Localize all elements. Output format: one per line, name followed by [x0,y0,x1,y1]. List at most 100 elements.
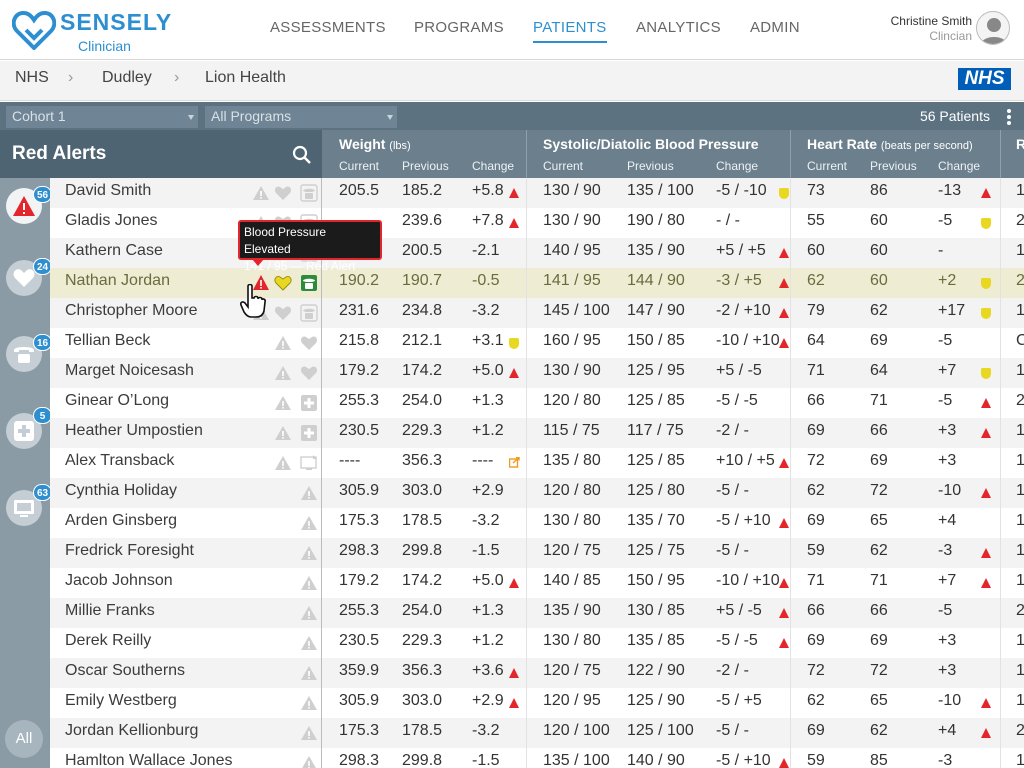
alert-icon[interactable] [274,394,292,412]
alert-icon[interactable] [300,604,318,622]
rail-all-button[interactable]: All [5,720,43,758]
medical-plus-icon[interactable] [300,424,318,442]
nav-analytics[interactable]: ANALYTICS [636,19,721,36]
alert-icon[interactable] [300,634,318,652]
patient-name[interactable]: Christopher Moore [65,302,198,320]
heart-icon[interactable] [300,334,318,352]
heart-icon[interactable] [274,184,292,202]
brand[interactable]: SENSELY Clinician [60,10,172,53]
nav-admin[interactable]: ADMIN [750,19,800,36]
nav-programs[interactable]: PROGRAMS [414,19,504,36]
medical-plus-icon[interactable] [300,394,318,412]
hr-change-header[interactable]: Change [938,159,980,173]
heart-icon[interactable] [300,364,318,382]
hr-current-header[interactable]: Current [807,159,847,173]
hr-previous-header[interactable]: Previous [870,159,917,173]
patient-name[interactable]: Kathern Case [65,242,163,260]
search-icon[interactable] [292,145,312,165]
bp-change-header[interactable]: Change [716,159,758,173]
patient-name[interactable]: Oscar Southerns [65,662,185,680]
table-row[interactable]: Tellian Beck 215.8 212.1 +3.1 160 / 95 150 / … [50,328,1024,358]
breadcrumb-nhs[interactable]: NHS [15,69,49,87]
alert-icon[interactable] [300,484,318,502]
breadcrumb-lion-health[interactable]: Lion Health [205,69,286,87]
user-info[interactable]: Christine Smith Clincian [891,14,972,44]
alert-icon[interactable] [252,184,270,202]
heart-warning-icon[interactable] [274,274,292,292]
patient-name[interactable]: Arden Ginsberg [65,512,177,530]
patient-name[interactable]: Millie Franks [65,602,155,620]
weight-previous-header[interactable]: Previous [402,159,449,173]
cohort-select[interactable]: Cohort 1 [6,106,198,128]
rail-monitor-button[interactable]: 63 [6,484,52,526]
table-row[interactable]: Marget Noicesash 179.2 174.2 +5.0 130 / 90 12… [50,358,1024,388]
table-row[interactable]: Christopher Moore 231.6 234.8 -3.2 145 / 100… [50,298,1024,328]
alert-icon[interactable] [300,514,318,532]
table-row[interactable]: Oscar Southerns 359.9 356.3 +3.6 120 / 75 122… [50,658,1024,688]
rail-phone-button[interactable]: 16 [6,334,52,372]
patient-name[interactable]: Ginear O’Long [65,392,169,410]
table-row[interactable]: Nathan Jordan 190.2 190.7 -0.5 141 / 95 144 /… [50,268,1024,298]
patient-name[interactable]: Marget Noicesash [65,362,194,380]
alert-icon[interactable] [274,454,292,472]
table-row[interactable]: David Smith 205.5 185.2 +5.8 130 / 90 135 / 1… [50,178,1024,208]
patient-name[interactable]: Fredrick Foresight [65,542,194,560]
patient-name[interactable]: Gladis Jones [65,212,158,230]
patient-name[interactable]: Tellian Beck [65,332,150,350]
patient-name[interactable]: Hamlton Wallace Jones [65,752,232,768]
weight-previous: 229.3 [402,422,443,439]
alert-icon[interactable] [300,664,318,682]
avatar[interactable] [976,11,1010,45]
phone-active-icon[interactable] [300,274,318,292]
program-select[interactable]: All Programs [205,106,397,128]
patient-name[interactable]: David Smith [65,182,151,200]
alert-icon[interactable] [300,544,318,562]
nav-patients[interactable]: PATIENTS [533,19,607,43]
rail-heart-button[interactable]: 24 [6,258,52,296]
table-row[interactable]: Jacob Johnson 179.2 174.2 +5.0 140 / 85 150 /… [50,568,1024,598]
patient-name[interactable]: Alex Transback [65,452,174,470]
patient-name[interactable]: Emily Westberg [65,692,177,710]
patient-name[interactable]: Derek Reilly [65,632,151,650]
column-divider [526,658,527,688]
table-row[interactable]: Jordan Kellionburg 175.3 178.5 -3.2 120 / 10… [50,718,1024,748]
patient-name[interactable]: Cynthia Holiday [65,482,177,500]
table-row[interactable]: Millie Franks 255.3 254.0 +1.3 135 / 90 130 /… [50,598,1024,628]
more-options-icon[interactable] [1007,109,1011,125]
breadcrumb-dudley[interactable]: Dudley [102,69,152,87]
phone-icon[interactable] [300,184,318,202]
bp-current-header[interactable]: Current [543,159,583,173]
table-row[interactable]: Derek Reilly 230.5 229.3 +1.2 130 / 80 135 / … [50,628,1024,658]
alert-icon[interactable] [274,334,292,352]
patient-name[interactable]: Nathan Jordan [65,272,170,290]
alert-icon[interactable] [274,364,292,382]
table-row[interactable]: Gladis Jones 239.6 +7.8 130 / 90 190 / 80 - … [50,208,1024,238]
table-row[interactable]: Arden Ginsberg 175.3 178.5 -3.2 130 / 80 135 … [50,508,1024,538]
weight-current: 179.2 [339,572,380,589]
phone-icon[interactable] [300,304,318,322]
table-row[interactable]: Hamlton Wallace Jones 298.3 299.8 -1.5 135 /… [50,748,1024,768]
alert-icon[interactable] [300,574,318,592]
weight-current-header[interactable]: Current [339,159,379,173]
table-row[interactable]: Fredrick Foresight 298.3 299.8 -1.5 120 / 75… [50,538,1024,568]
alert-icon[interactable] [274,424,292,442]
alert-icon[interactable] [300,694,318,712]
table-row[interactable]: Alex Transback ---- 356.3 ---- 135 / 80 125 /… [50,448,1024,478]
patient-name[interactable]: Heather Umpostien [65,422,203,440]
alert-icon[interactable] [300,754,318,768]
table-row[interactable]: Emily Westberg 305.9 303.0 +2.9 120 / 95 125 … [50,688,1024,718]
rail-plus-button[interactable]: 5 [6,407,52,449]
monitor-icon[interactable] [300,454,318,472]
table-row[interactable]: Cynthia Holiday 305.9 303.0 +2.9 120 / 80 125… [50,478,1024,508]
table-row[interactable]: Ginear O’Long 255.3 254.0 +1.3 120 / 80 125 /… [50,388,1024,418]
patient-name[interactable]: Jordan Kellionburg [65,722,198,740]
rail-alerts-button[interactable]: 56 [6,186,52,224]
table-row[interactable]: Kathern Case 200.5 -2.1 140 / 95 135 / 90 +5 … [50,238,1024,268]
table-row[interactable]: Heather Umpostien 230.5 229.3 +1.2 115 / 75 1… [50,418,1024,448]
weight-change-header[interactable]: Change [472,159,514,173]
bp-previous-header[interactable]: Previous [627,159,674,173]
patient-name[interactable]: Jacob Johnson [65,572,173,590]
alert-icon[interactable] [300,724,318,742]
heart-icon[interactable] [274,304,292,322]
nav-assessments[interactable]: ASSESSMENTS [270,19,386,36]
